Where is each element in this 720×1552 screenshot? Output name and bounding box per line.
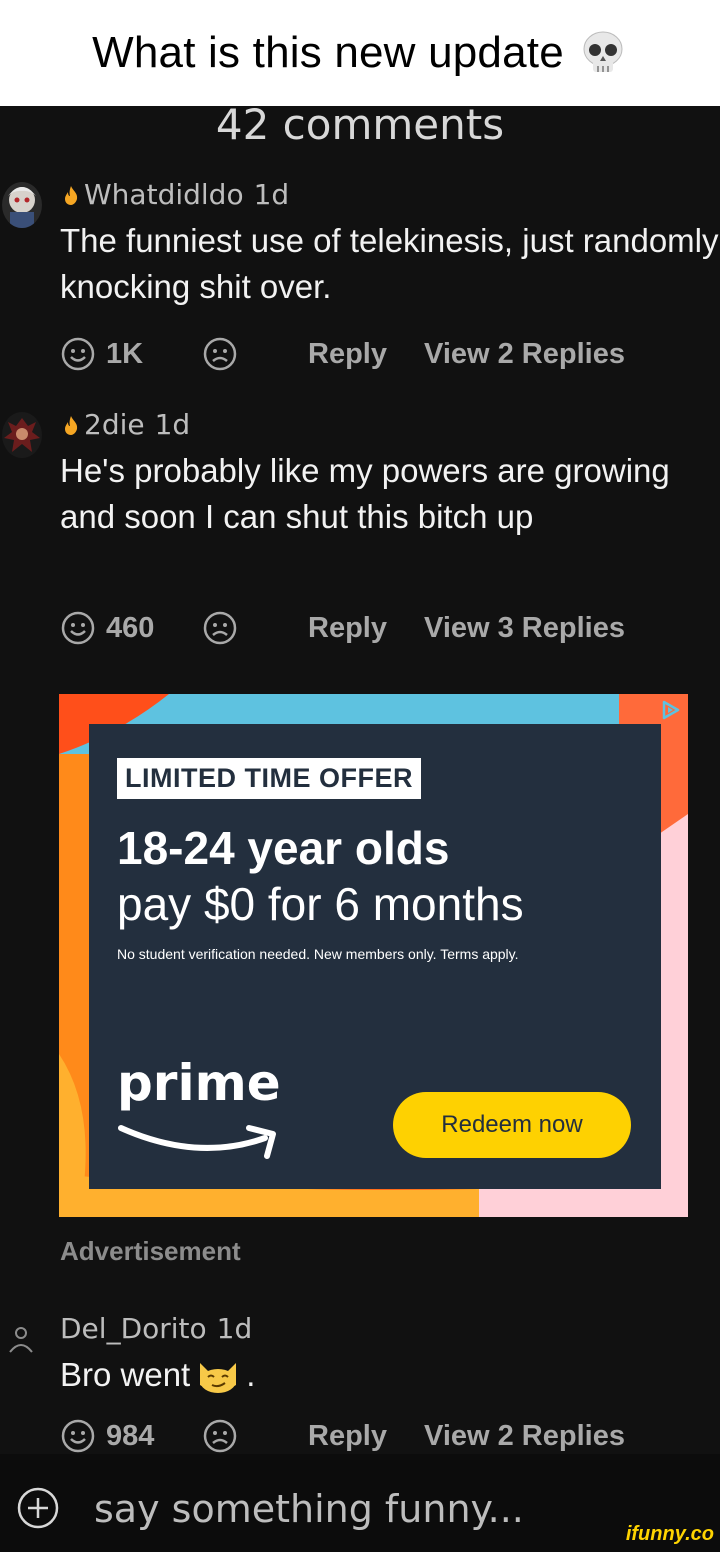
- comment-actions: 1K Reply View 2 Replies: [60, 334, 720, 374]
- avatar[interactable]: [2, 412, 42, 458]
- fire-icon: [65, 415, 78, 435]
- comment-text: Bro went .: [60, 1352, 720, 1398]
- comment-age: 1d: [253, 178, 290, 211]
- avatar[interactable]: [2, 182, 42, 228]
- advertisement-label: Advertisement: [60, 1236, 241, 1266]
- comments-count: 42 comments: [215, 100, 505, 149]
- comment-age: 1d: [216, 1312, 253, 1345]
- reply-button[interactable]: Reply: [308, 608, 387, 648]
- ad-headline-line1: 18-24 year olds: [117, 822, 450, 874]
- skull-icon: [583, 31, 623, 72]
- comments-screen: 42 comments Whatdidldo 1d The funniest u…: [0, 100, 720, 1552]
- prime-logo-text: prime: [117, 1054, 281, 1112]
- view-replies-button[interactable]: View 2 Replies: [424, 1416, 625, 1456]
- comment-composer: ifunny.co: [0, 1454, 720, 1552]
- smile-button[interactable]: 984: [60, 1416, 154, 1456]
- avatar[interactable]: [6, 1320, 36, 1360]
- smirking-cat-icon: [200, 1363, 237, 1393]
- smile-count: 1K: [106, 337, 144, 370]
- comment-actions: 984 Reply View 2 Replies: [60, 1416, 720, 1456]
- comment-item: 2die 1d He's probably like my powers are…: [0, 408, 720, 648]
- plus-circle-icon[interactable]: [16, 1486, 60, 1530]
- comment-actions: 460 Reply View 3 Replies: [60, 608, 720, 648]
- frowny-face-icon: [203, 337, 237, 371]
- comment-username[interactable]: Whatdidldo: [84, 178, 244, 211]
- unsmile-button[interactable]: [202, 1416, 238, 1456]
- unsmile-button[interactable]: [202, 608, 238, 648]
- prime-smile-arrow-icon: [118, 1125, 276, 1159]
- smile-count: 460: [106, 611, 155, 644]
- comment-username[interactable]: 2die: [84, 408, 145, 441]
- smiley-face-icon: [61, 611, 95, 645]
- comment-username[interactable]: Del_Dorito: [60, 1312, 207, 1345]
- smiley-face-icon: [61, 1419, 95, 1453]
- comment-age: 1d: [154, 408, 191, 441]
- fire-icon: [65, 185, 78, 205]
- frowny-face-icon: [203, 1419, 237, 1453]
- reply-button[interactable]: Reply: [308, 1416, 387, 1456]
- view-replies-button[interactable]: View 3 Replies: [424, 608, 625, 648]
- comment-item: Del_Dorito 1d Bro went . 984 Reply View …: [0, 1312, 720, 1453]
- comment-author-row: Whatdidldo 1d: [60, 178, 289, 211]
- smile-count: 984: [106, 1419, 155, 1452]
- comment-text: The funniest use of telekinesis, just ra…: [60, 222, 719, 305]
- smile-button[interactable]: 1K: [60, 334, 143, 374]
- comment-text: He's probably like my powers are growing…: [60, 452, 670, 535]
- default-user-icon: [9, 1327, 33, 1353]
- ad-badge: LIMITED TIME OFFER: [117, 758, 421, 799]
- comment-author-row: 2die 1d: [60, 408, 190, 441]
- comment-text-body: Bro went: [60, 1356, 191, 1393]
- unsmile-button[interactable]: [202, 334, 238, 374]
- advertisement-banner[interactable]: LIMITED TIME OFFER 18-24 year olds pay $…: [59, 694, 688, 1217]
- comment-item: Whatdidldo 1d The funniest use of teleki…: [0, 178, 720, 378]
- ifunny-watermark: ifunny.co: [625, 1523, 714, 1545]
- comment-author-row: Del_Dorito 1d: [60, 1312, 252, 1345]
- post-title-bar: What is this new update: [0, 0, 720, 106]
- view-replies-button[interactable]: View 2 Replies: [424, 334, 625, 374]
- ad-choices-icon[interactable]: [658, 698, 682, 722]
- ad-headline-line2: pay $0 for 6 months: [117, 878, 524, 930]
- smiley-face-icon: [61, 337, 95, 371]
- comment-input[interactable]: [94, 1484, 574, 1534]
- comment-text-suffix: .: [246, 1356, 256, 1393]
- ad-fine-print: No student verification needed. New memb…: [117, 946, 519, 962]
- redeem-now-button[interactable]: Redeem now: [393, 1092, 631, 1158]
- frowny-face-icon: [203, 611, 237, 645]
- post-title: What is this new update: [92, 28, 564, 77]
- ad-headline: 18-24 year olds pay $0 for 6 months: [117, 820, 657, 932]
- smile-button[interactable]: 460: [60, 608, 154, 648]
- ad-panel: LIMITED TIME OFFER 18-24 year olds pay $…: [89, 724, 661, 1189]
- reply-button[interactable]: Reply: [308, 334, 387, 374]
